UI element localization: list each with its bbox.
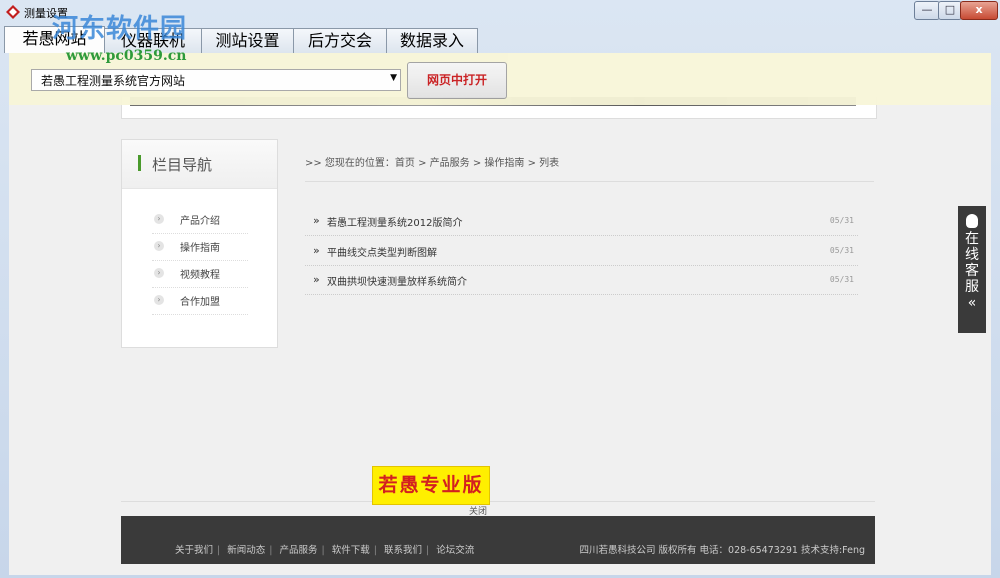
maximize-icon: □ [944, 3, 956, 16]
nav-item-label: 合作加盟 [180, 297, 220, 308]
open-in-browser-label: 网页中打开 [426, 73, 487, 87]
breadcrumb-divider [305, 181, 874, 182]
site-select-value: 若愚工程测量系统官方网站 [41, 74, 186, 88]
nav-item-product-intro[interactable]: › 产品介绍 [152, 207, 248, 234]
footer-links: 关于我们 | 新闻动态 | 产品服务 | 软件下载 | 联系我们 | 论坛交流 [175, 545, 475, 556]
footer-link-news[interactable]: 新闻动态 [227, 545, 265, 556]
article-item[interactable]: » 双曲拱坝快速测量放样系统简介 05/31 [305, 264, 858, 295]
watermark-url: www.pc0359.cn [66, 48, 187, 64]
double-arrow-icon: » [313, 273, 320, 286]
footer-copyright: 四川若愚科技公司 版权所有 电话：028-65473291 技术支持:Feng [579, 545, 865, 556]
column-nav-title: 栏目导航 [152, 156, 213, 174]
tab-resection[interactable]: 后方交会 [293, 28, 387, 53]
chevron-right-icon: › [154, 241, 164, 251]
dropdown-arrow-icon[interactable]: ▼ [390, 73, 397, 83]
nav-item-label: 操作指南 [180, 243, 220, 254]
online-service-tab[interactable]: 在线客服 « [958, 206, 986, 333]
article-title[interactable]: 平曲线交点类型判断图解 [327, 244, 437, 259]
double-arrow-icon: » [313, 244, 320, 257]
tab-station-settings[interactable]: 测站设置 [201, 28, 294, 53]
footer-link-downloads[interactable]: 软件下载 [332, 545, 370, 556]
nav-item-operation-guide[interactable]: › 操作指南 [152, 234, 248, 261]
chevron-right-icon: › [154, 295, 164, 305]
article-item[interactable]: » 平曲线交点类型判断图解 05/31 [305, 235, 858, 266]
promo-pro-edition[interactable]: 若愚专业版 [372, 466, 490, 505]
site-select[interactable]: 若愚工程测量系统官方网站 ▼ [31, 69, 401, 91]
column-nav: 栏目导航 › 产品介绍 › 操作指南 › 视频教程 › 合作加盟 [121, 139, 278, 348]
promo-label: 若愚专业版 [378, 474, 484, 496]
nav-item-video-tutorial[interactable]: › 视频教程 [152, 261, 248, 288]
site-footer: 关于我们 | 新闻动态 | 产品服务 | 软件下载 | 联系我们 | 论坛交流 四川若愚科… [121, 516, 875, 564]
qq-penguin-icon [966, 214, 978, 228]
article-date: 05/31 [829, 275, 854, 284]
footer-link-forum[interactable]: 论坛交流 [436, 545, 474, 556]
article-date: 05/31 [829, 216, 854, 225]
column-nav-header: 栏目导航 [122, 140, 277, 189]
article-title[interactable]: 若愚工程测量系统2012版简介 [327, 214, 462, 229]
close-icon: x [975, 3, 983, 16]
chevron-right-icon: › [154, 214, 164, 224]
article-date: 05/31 [829, 246, 854, 255]
article-item[interactable]: » 若愚工程测量系统2012版简介 05/31 [305, 205, 858, 236]
minimize-button[interactable]: — [914, 1, 940, 20]
chevron-right-icon: › [154, 268, 164, 278]
breadcrumb: >> 您现在的位置：首页 > 产品服务 > 操作指南 > 列表 [305, 158, 560, 169]
nav-item-label: 视频教程 [180, 270, 220, 281]
app-logo-icon [6, 5, 20, 19]
double-chevron-left-icon: « [967, 295, 977, 311]
footer-link-contact[interactable]: 联系我们 [384, 545, 422, 556]
nav-item-partnership[interactable]: › 合作加盟 [152, 288, 248, 315]
article-title[interactable]: 双曲拱坝快速测量放样系统简介 [327, 273, 467, 288]
footer-link-about[interactable]: 关于我们 [175, 545, 213, 556]
open-in-browser-button[interactable]: 网页中打开 [407, 62, 507, 99]
close-button[interactable]: x [960, 1, 998, 20]
app-window: 测量设置 — □ x 若愚网站 仪器联机 测站设置 后方交会 数据录入 若愚工程… [0, 0, 1000, 578]
double-arrow-icon: » [313, 214, 320, 227]
maximize-button[interactable]: □ [938, 1, 962, 20]
watermark-text: 河东软件园 [52, 14, 188, 44]
footer-link-products[interactable]: 产品服务 [280, 545, 318, 556]
tab-data-entry[interactable]: 数据录入 [386, 28, 478, 53]
nav-item-label: 产品介绍 [180, 216, 220, 227]
content-divider [121, 501, 875, 502]
browser-panel: 若愚工程测量系统官方网站 ▼ 网页中打开 栏目导航 › 产品介绍 › 操作指南 … [9, 53, 991, 575]
online-service-label: 在线客服 « [964, 231, 980, 311]
online-service-text: 在线客服 [965, 231, 979, 295]
nav-accent-bar [138, 155, 141, 171]
minimize-icon: — [921, 3, 933, 16]
